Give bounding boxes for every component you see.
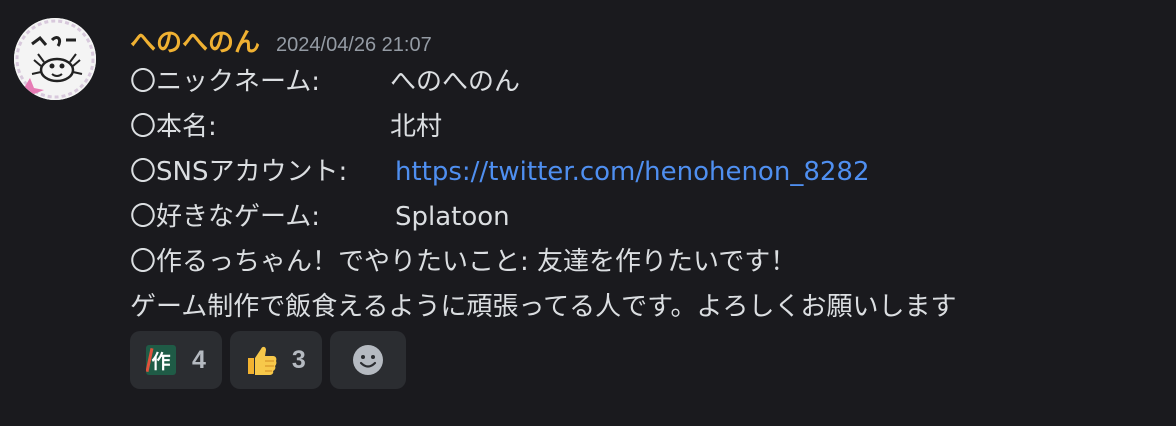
- saku-custom-icon: 作: [144, 343, 178, 377]
- nickname-line: 〇ニックネーム: へのへのん: [130, 60, 1160, 105]
- reaction-thumbs-up[interactable]: 3: [229, 331, 322, 389]
- add-reaction-smiley-icon: [351, 343, 385, 377]
- message-header: へのへのん 2024/04/26 21:07: [130, 22, 432, 58]
- chat-message: へのへのん 2024/04/26 21:07 〇ニックネーム: へのへのん 〇本…: [0, 0, 1176, 426]
- reaction-count: 3: [291, 345, 306, 374]
- sns-account-link[interactable]: https://twitter.com/henohenon_8282: [395, 150, 870, 195]
- real-name-value: 北村: [390, 112, 443, 142]
- saku-emoji-glyph: 作: [146, 345, 176, 375]
- timestamp[interactable]: 2024/04/26 21:07: [276, 34, 432, 57]
- goal-line: 〇作るっちゃん！でやりたいこと: 友達を作りたいです！: [130, 240, 1160, 285]
- intro-line: ゲーム制作で飯食えるように頑張ってる人です。よろしくお願いします: [130, 285, 1160, 330]
- nickname-value: へのへのん: [390, 67, 521, 97]
- favorite-game-line: 〇好きなゲーム: Splatoon: [130, 195, 1160, 240]
- nickname-label: 〇ニックネーム:: [130, 67, 320, 97]
- favorite-game-label: 〇好きなゲーム:: [130, 202, 320, 232]
- sns-account-line: 〇SNSアカウント: https://twitter.com/henohenon…: [130, 150, 1160, 195]
- thumbs-up-icon: [244, 343, 278, 377]
- add-reaction-button[interactable]: [329, 331, 406, 389]
- real-name-line: 〇本名: 北村: [130, 105, 1160, 150]
- message-content: 〇ニックネーム: へのへのん 〇本名: 北村 〇SNSアカウント: https:…: [130, 60, 1160, 330]
- sns-account-label: 〇SNSアカウント:: [130, 157, 348, 187]
- real-name-label: 〇本名:: [130, 112, 217, 142]
- avatar-crab-face-icon: [14, 18, 96, 100]
- avatar[interactable]: [14, 18, 96, 100]
- reaction-saku[interactable]: 作 4: [130, 331, 222, 389]
- reaction-count: 4: [192, 345, 206, 374]
- goal-label: 〇作るっちゃん！でやりたいこと:: [130, 247, 529, 277]
- favorite-game-value: Splatoon: [395, 202, 510, 232]
- intro-text: ゲーム制作で飯食えるように頑張ってる人です。よろしくお願いします: [130, 292, 957, 322]
- username[interactable]: へのへのん: [130, 22, 260, 59]
- goal-value: 友達を作りたいです！: [537, 247, 797, 277]
- reactions-bar: 作 4 3: [130, 331, 406, 389]
